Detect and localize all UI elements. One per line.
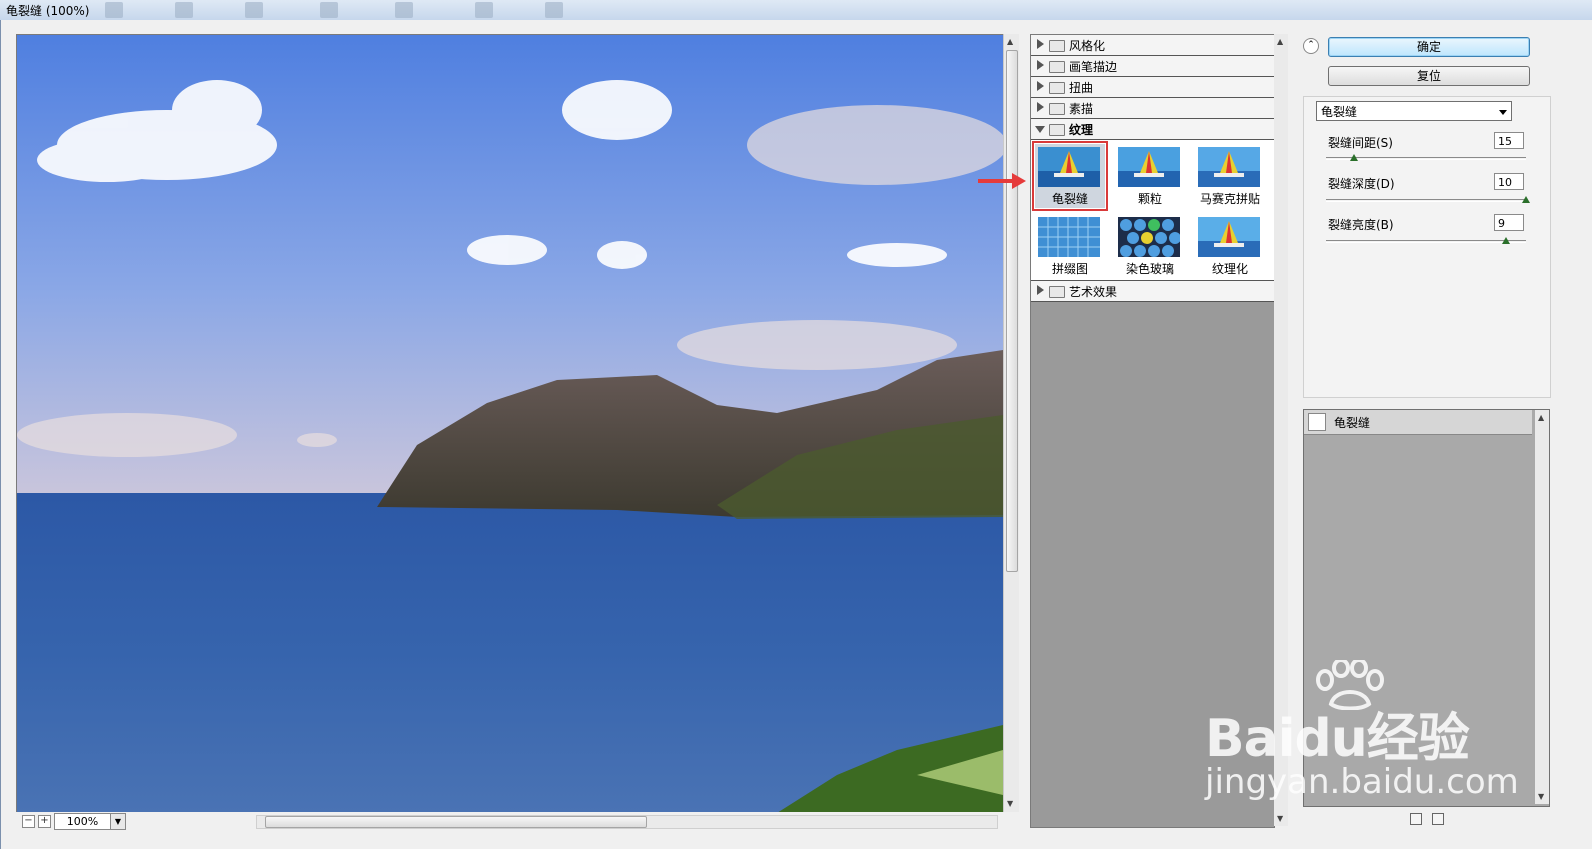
layer-name: 龟裂缝	[1334, 416, 1371, 430]
preview-bottom-bar: − + 100% ▼	[16, 812, 1019, 832]
zoom-in-button[interactable]: +	[38, 815, 51, 828]
layer-visibility-icon[interactable]	[1308, 413, 1326, 431]
category-label: 扭曲	[1069, 81, 1094, 95]
landscape-preview-image	[17, 35, 1003, 813]
category-row[interactable]: 扭曲	[1031, 77, 1274, 98]
category-row[interactable]: 艺术效果	[1031, 281, 1274, 302]
delete-effect-layer-icon[interactable]	[1432, 813, 1444, 825]
filter-label: 拼缀图	[1051, 262, 1088, 276]
param-label: 裂缝间距(S)	[1328, 136, 1393, 150]
filter-thumb-patchwork[interactable]: 拼缀图	[1035, 214, 1105, 278]
ok-button[interactable]: 确定	[1328, 37, 1530, 57]
category-row-open[interactable]: 纹理	[1031, 119, 1274, 140]
collapse-gallery-icon[interactable]: ⌃	[1303, 38, 1319, 54]
toolbar-icon	[175, 2, 193, 18]
toolbar-icon	[475, 2, 493, 18]
folder-icon	[1049, 61, 1065, 73]
filter-select[interactable]: 龟裂缝	[1316, 101, 1512, 121]
zoom-level-field[interactable]: 100%	[54, 813, 111, 830]
scroll-down-arrow-icon[interactable]: ▼	[1277, 814, 1283, 823]
param-value-input[interactable]: 9	[1494, 214, 1524, 231]
folder-open-icon	[1049, 124, 1065, 136]
zoom-out-button[interactable]: −	[22, 815, 35, 828]
filter-thumb-grain[interactable]: 颗粒	[1115, 144, 1185, 208]
param-value-input[interactable]: 15	[1494, 132, 1524, 149]
filter-label: 颗粒	[1137, 192, 1162, 206]
filter-thumb-image	[1118, 147, 1180, 187]
folder-icon	[1049, 103, 1065, 115]
expand-triangle-icon[interactable]	[1037, 60, 1044, 70]
scroll-up-arrow-icon[interactable]: ▲	[1538, 413, 1544, 422]
slider-knob[interactable]	[1502, 237, 1510, 244]
expand-triangle-icon[interactable]	[1037, 39, 1044, 49]
toolbar-icon	[245, 2, 263, 18]
zoom-dropdown-button[interactable]: ▼	[110, 813, 126, 830]
filter-thumb-texturizer[interactable]: 纹理化	[1195, 214, 1265, 278]
category-row[interactable]: 风格化	[1031, 35, 1274, 56]
chevron-down-icon	[1499, 110, 1507, 115]
slider-track[interactable]	[1326, 240, 1526, 243]
reset-button[interactable]: 复位	[1328, 66, 1530, 86]
toolbar-icon	[320, 2, 338, 18]
scroll-up-arrow-icon[interactable]: ▲	[1277, 37, 1283, 46]
expand-triangle-icon[interactable]	[1037, 81, 1044, 91]
param-label: 裂缝深度(D)	[1328, 177, 1395, 191]
preview-vertical-scrollbar[interactable]: ▲ ▼	[1003, 34, 1019, 812]
category-label: 艺术效果	[1069, 285, 1118, 299]
folder-icon	[1049, 82, 1065, 94]
param-label: 裂缝亮度(B)	[1328, 218, 1394, 232]
red-arrow-annotation-icon	[978, 173, 1026, 189]
scrollbar-thumb[interactable]	[265, 816, 647, 828]
filter-thumbnails: 龟裂缝 颗粒 马赛克拼贴 拼缀图 染色玻璃 纹理化	[1031, 140, 1274, 281]
title-bar: 龟裂缝 (100%)	[0, 0, 1592, 21]
baidu-jingyan-watermark: Baidu经验 jingyan.baidu.com	[1205, 660, 1519, 810]
filter-thumb-image	[1038, 217, 1100, 257]
category-label: 素描	[1069, 102, 1094, 116]
scrollbar-thumb[interactable]	[1006, 50, 1018, 572]
category-row[interactable]: 素描	[1031, 98, 1274, 119]
slider-track[interactable]	[1326, 199, 1526, 202]
folder-icon	[1049, 40, 1065, 52]
filter-label: 纹理化	[1211, 262, 1248, 276]
layers-scrollbar[interactable]: ▲ ▼	[1535, 410, 1549, 804]
toolbar-icon	[545, 2, 563, 18]
filter-thumb-craquelure[interactable]: 龟裂缝	[1032, 141, 1108, 211]
filter-label: 马赛克拼贴	[1199, 192, 1260, 206]
slider-knob[interactable]	[1522, 196, 1530, 203]
slider-knob[interactable]	[1350, 154, 1358, 161]
category-label: 纹理	[1069, 123, 1094, 137]
filter-label: 染色玻璃	[1125, 262, 1174, 276]
filter-thumb-image	[1038, 147, 1100, 187]
scroll-down-arrow-icon[interactable]: ▼	[1538, 792, 1544, 801]
category-label: 画笔描边	[1069, 60, 1118, 74]
filter-thumb-image	[1118, 217, 1180, 257]
expand-triangle-icon[interactable]	[1037, 102, 1044, 112]
expand-triangle-icon[interactable]	[1037, 285, 1044, 295]
scroll-down-arrow-icon[interactable]: ▼	[1007, 799, 1013, 808]
filter-label: 龟裂缝	[1051, 192, 1088, 206]
filter-thumb-image	[1198, 217, 1260, 257]
preview-horizontal-scrollbar[interactable]	[256, 815, 998, 829]
collapse-triangle-icon[interactable]	[1035, 126, 1045, 133]
scroll-up-arrow-icon[interactable]: ▲	[1007, 37, 1013, 46]
folder-icon	[1049, 286, 1065, 298]
category-label: 风格化	[1069, 39, 1106, 53]
new-effect-layer-icon[interactable]	[1410, 813, 1422, 825]
filter-thumb-mosaic-tiles[interactable]: 马赛克拼贴	[1195, 144, 1265, 208]
toolbar-icon	[395, 2, 413, 18]
watermark-brand: Baidu经验	[1205, 709, 1470, 769]
preview-canvas[interactable]	[16, 34, 1004, 814]
filter-thumb-image	[1198, 147, 1260, 187]
filter-select-value: 龟裂缝	[1321, 105, 1358, 119]
watermark-url: jingyan.baidu.com	[1205, 762, 1519, 802]
param-value-input[interactable]: 10	[1494, 173, 1524, 190]
filter-thumb-stained-glass[interactable]: 染色玻璃	[1115, 214, 1185, 278]
category-row[interactable]: 画笔描边	[1031, 56, 1274, 77]
window-title: 龟裂缝 (100%)	[6, 4, 90, 18]
effect-layer-row[interactable]: 龟裂缝	[1304, 410, 1532, 435]
toolbar-icon	[105, 2, 123, 18]
